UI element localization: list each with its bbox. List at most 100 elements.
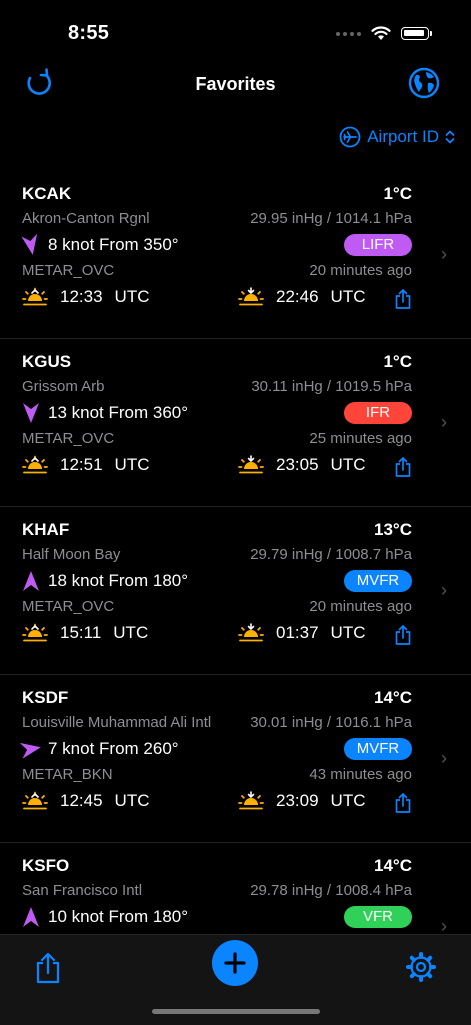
share-station-icon[interactable] <box>394 456 412 478</box>
cellular-signal-icon <box>336 31 361 36</box>
report-type: METAR_OVC <box>22 430 115 447</box>
share-station-icon[interactable] <box>394 792 412 814</box>
station-id: KSFO <box>22 856 70 875</box>
station-name: Akron-Canton Rgnl <box>22 210 150 227</box>
station-row-kcak[interactable]: KCAK 1°C Akron-Canton Rgnl 29.95 inHg / 101… <box>0 170 471 339</box>
report-type: METAR_OVC <box>22 598 115 615</box>
page-title: Favorites <box>195 74 276 94</box>
wind-direction-arrow-icon <box>23 907 39 927</box>
sunrise-timezone: UTC <box>114 287 150 306</box>
sunrise-timezone: UTC <box>114 791 150 810</box>
sunset-time: 23:09 UTC <box>238 791 366 811</box>
pressure: 30.01 inHg / 1016.1 hPa <box>250 714 412 731</box>
temperature: 14°C <box>374 688 412 707</box>
wind-text: 8 knot From 350° <box>48 235 179 254</box>
flight-category-badge: IFR <box>344 402 412 424</box>
station-id: KGUS <box>22 352 72 371</box>
chevron-right-icon: › <box>441 244 447 264</box>
airplane-circle-icon <box>339 126 361 148</box>
sunset-icon <box>238 287 264 306</box>
report-type: METAR_OVC <box>22 262 115 279</box>
add-button[interactable] <box>212 940 258 986</box>
wind-direction-arrow-icon <box>23 403 39 423</box>
report-age: 43 minutes ago <box>309 766 412 783</box>
plus-icon <box>224 952 246 974</box>
sunrise-time: 12:33 UTC <box>22 287 150 307</box>
sunset-icon <box>238 791 264 810</box>
station-id: KSDF <box>22 688 69 707</box>
sunset-time: 22:46 UTC <box>238 287 366 307</box>
sunrise-time: 15:11 UTC <box>22 623 148 643</box>
sunset-value: 23:05 <box>276 455 319 474</box>
chevron-right-icon: › <box>441 748 447 768</box>
share-icon[interactable] <box>34 951 62 985</box>
sunrise-icon <box>22 287 48 306</box>
gear-icon[interactable] <box>405 951 437 983</box>
station-name: Half Moon Bay <box>22 546 121 563</box>
sunrise-icon <box>22 791 48 810</box>
sunset-icon <box>238 455 264 474</box>
sunset-timezone: UTC <box>330 287 366 306</box>
flight-category-badge: LIFR <box>344 234 412 256</box>
sunrise-value: 12:33 <box>60 287 103 306</box>
sunset-value: 22:46 <box>276 287 319 306</box>
report-type: METAR_BKN <box>22 766 113 783</box>
share-station-icon[interactable] <box>394 624 412 646</box>
flight-category-badge: MVFR <box>344 570 412 592</box>
report-age: 20 minutes ago <box>309 262 412 279</box>
sunrise-time: 12:51 UTC <box>22 455 150 475</box>
station-name: Grissom Arb <box>22 378 105 395</box>
report-age: 20 minutes ago <box>309 598 412 615</box>
status-bar: 8:55 <box>0 0 471 60</box>
pressure: 29.79 inHg / 1008.7 hPa <box>250 546 412 563</box>
sunset-time: 01:37 UTC <box>238 623 366 643</box>
wind-text: 7 knot From 260° <box>48 739 179 758</box>
station-row-khaf[interactable]: KHAF 13°C Half Moon Bay 29.79 inHg / 1008.7… <box>0 506 471 675</box>
sunset-value: 01:37 <box>276 623 319 642</box>
station-id: KHAF <box>22 520 70 539</box>
station-row-ksfo[interactable]: KSFO 14°C San Francisco Intl 29.78 inHg / 1… <box>0 842 471 934</box>
station-row-kgus[interactable]: KGUS 1°C Grissom Arb 30.11 inHg / 1019.5 hP… <box>0 338 471 507</box>
sunset-timezone: UTC <box>330 791 366 810</box>
sunset-timezone: UTC <box>330 623 366 642</box>
pressure: 29.95 inHg / 1014.1 hPa <box>250 210 412 227</box>
chevron-up-down-icon <box>445 130 455 144</box>
pressure: 29.78 inHg / 1008.4 hPa <box>250 882 412 899</box>
wind-text: 10 knot From 180° <box>48 907 189 926</box>
wind-text: 13 knot From 360° <box>48 403 189 422</box>
sunset-value: 23:09 <box>276 791 319 810</box>
favorites-list: KCAK 1°C Akron-Canton Rgnl 29.95 inHg / 101… <box>0 170 471 934</box>
status-icons <box>336 26 432 41</box>
sunset-icon <box>238 623 264 642</box>
station-row-ksdf[interactable]: KSDF 14°C Louisville Muhammad Ali Intl 30.0… <box>0 674 471 843</box>
sort-dropdown[interactable]: Airport ID <box>339 126 455 148</box>
chevron-right-icon: › <box>441 580 447 600</box>
sunrise-icon <box>22 623 48 642</box>
temperature: 14°C <box>374 856 412 875</box>
chevron-right-icon: › <box>441 916 447 934</box>
globe-icon[interactable] <box>407 66 441 100</box>
sunrise-timezone: UTC <box>113 623 149 642</box>
station-name: San Francisco Intl <box>22 882 143 899</box>
sunset-time: 23:05 UTC <box>238 455 366 475</box>
report-age: 25 minutes ago <box>309 430 412 447</box>
wind-direction-arrow-icon <box>21 233 38 255</box>
sunrise-time: 12:45 UTC <box>22 791 150 811</box>
sunset-timezone: UTC <box>330 455 366 474</box>
temperature: 13°C <box>374 520 412 539</box>
flight-category-badge: VFR <box>344 906 412 928</box>
home-indicator <box>152 1009 320 1014</box>
battery-icon <box>401 27 432 40</box>
sunrise-value: 12:45 <box>60 791 103 810</box>
temperature: 1°C <box>383 184 412 203</box>
sort-label: Airport ID <box>367 127 439 146</box>
navigation-bar: Favorites <box>0 62 471 108</box>
wind-direction-arrow-icon <box>19 742 41 759</box>
wind-text: 18 knot From 180° <box>48 571 189 590</box>
sunrise-value: 15:11 <box>60 623 102 642</box>
share-station-icon[interactable] <box>394 288 412 310</box>
sunrise-timezone: UTC <box>114 455 150 474</box>
temperature: 1°C <box>383 352 412 371</box>
wind-direction-arrow-icon <box>23 571 39 591</box>
wifi-icon <box>371 26 391 40</box>
